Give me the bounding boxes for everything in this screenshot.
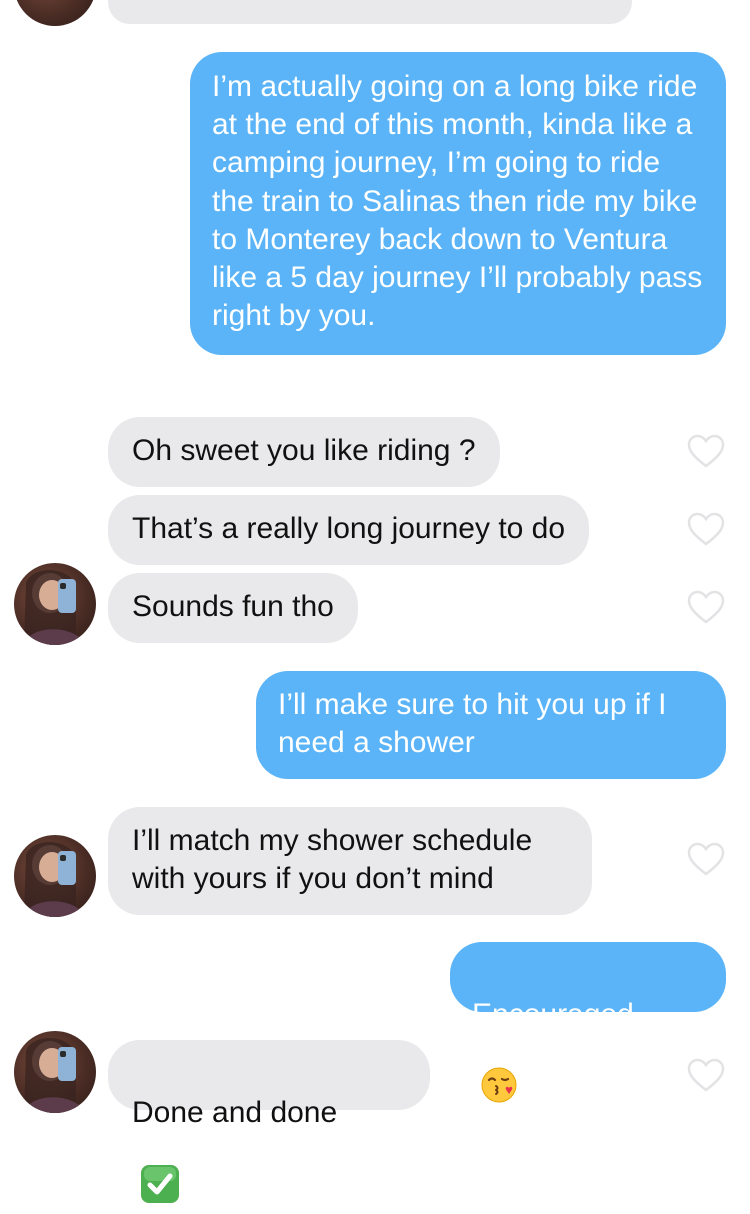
- message-text: Encouraged: [472, 998, 634, 1031]
- message-bubble-incoming-5: Done and done: [108, 1040, 430, 1203]
- like-heart-icon-4[interactable]: [686, 840, 726, 880]
- avatar-1[interactable]: [14, 563, 96, 645]
- message-bubble-incoming-3: Sounds fun tho: [108, 573, 358, 643]
- face-blowing-kiss-emoji: [480, 1028, 518, 1114]
- message-bubble-partial: [108, 0, 632, 24]
- like-heart-icon-3[interactable]: [686, 588, 726, 628]
- message-bubble-incoming-2: That’s a really long journey to do: [108, 495, 590, 565]
- like-heart-icon-1[interactable]: [686, 432, 726, 472]
- profile-photo-icon: [24, 841, 86, 917]
- message-bubble-incoming-4: I’ll match my shower schedule with yours…: [108, 807, 592, 915]
- message-bubble-outgoing-1: I’m actually going on a long bike ride a…: [190, 52, 726, 356]
- message-bubble-incoming-1: Oh sweet you like riding ?: [108, 417, 500, 487]
- avatar-3[interactable]: [14, 1031, 96, 1113]
- profile-photo-icon: [24, 1037, 86, 1113]
- heart-outline-icon: [687, 1058, 725, 1092]
- avatar-top-partial: [14, 0, 96, 26]
- heart-outline-icon: [687, 434, 725, 468]
- message-bubble-outgoing-2: I’ll make sure to hit you up if I need a…: [256, 671, 726, 779]
- like-heart-icon-2[interactable]: [686, 510, 726, 550]
- heart-outline-icon: [687, 590, 725, 624]
- avatar-2[interactable]: [14, 835, 96, 917]
- message-text: Done and done: [132, 1096, 338, 1129]
- message-bubble-outgoing-3: Encouraged: [450, 942, 726, 1103]
- like-heart-icon-5[interactable]: [686, 1056, 726, 1096]
- heart-outline-icon: [687, 512, 725, 546]
- profile-photo-icon: [24, 569, 86, 645]
- heart-outline-icon: [687, 842, 725, 876]
- check-mark-button-emoji: [140, 1126, 180, 1214]
